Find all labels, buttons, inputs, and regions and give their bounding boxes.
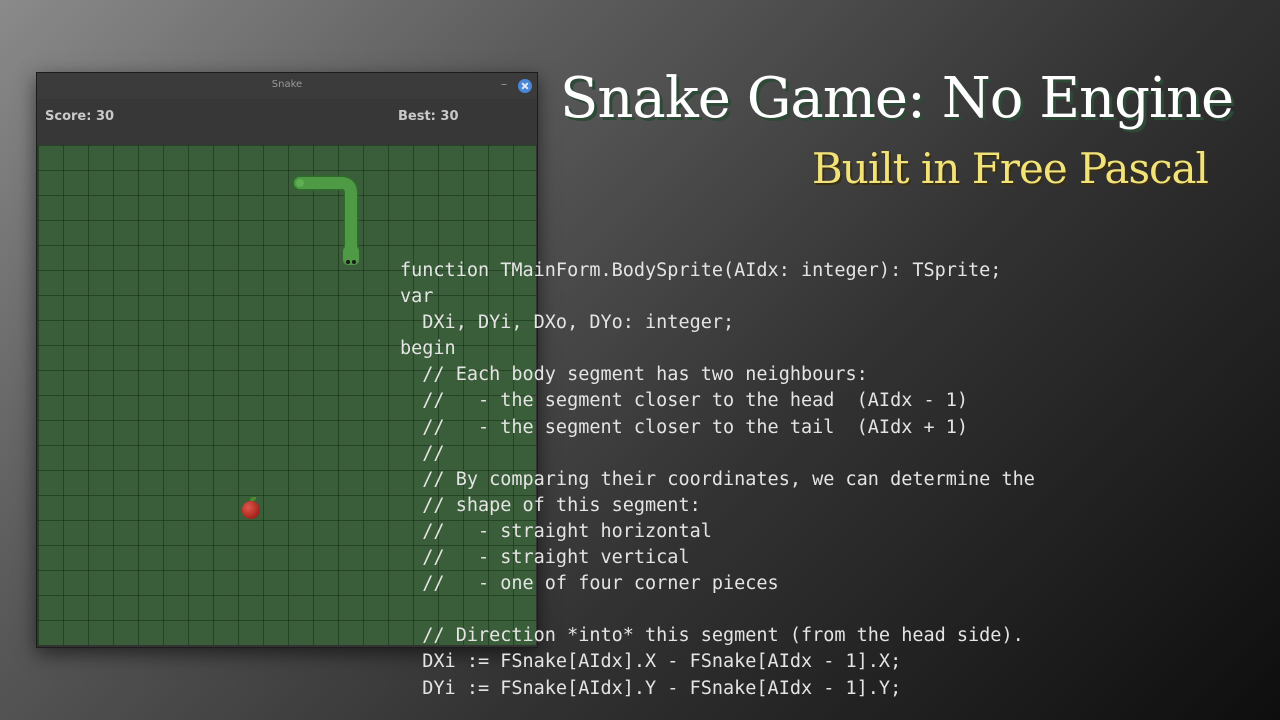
code-line: // - the segment closer to the tail (AId… <box>400 416 969 438</box>
code-line: begin <box>400 338 456 360</box>
snake-tail <box>296 179 304 187</box>
snake-body <box>292 175 359 261</box>
score-label: Score: 30 <box>45 109 115 124</box>
code-line: DYi := FSnake[AIdx].Y - FSnake[AIdx - 1]… <box>400 677 902 699</box>
code-line: // - the segment closer to the head (AId… <box>400 390 969 412</box>
snake-eye-left <box>346 260 350 264</box>
minimize-button[interactable]: – <box>497 77 511 93</box>
code-line: function TMainForm.BodySprite(AIdx: inte… <box>400 260 1002 281</box>
best-score-label: Best: 30 <box>398 109 459 124</box>
code-line: // - straight vertical <box>400 547 690 569</box>
snake-eye-right <box>352 260 356 264</box>
code-line: // shape of this segment: <box>400 494 701 516</box>
page-title: Snake Game: No Engine <box>560 66 1234 131</box>
code-line: // - straight horizontal <box>400 520 712 542</box>
page-subtitle: Built in Free Pascal <box>811 144 1209 193</box>
snake-head <box>343 246 359 265</box>
window-title: Snake <box>271 79 303 90</box>
code-line: DXi, DYi, DXo, DYo: integer; <box>400 312 735 334</box>
close-icon[interactable] <box>518 79 532 93</box>
code-line: // - one of four corner pieces <box>400 573 779 595</box>
code-listing: function TMainForm.BodySprite(AIdx: inte… <box>400 258 1035 702</box>
code-line: DXi := FSnake[AIdx].X - FSnake[AIdx - 1]… <box>400 651 902 673</box>
window-titlebar[interactable]: Snake – <box>37 73 537 99</box>
score-bar: Score: 30 Best: 30 <box>37 99 537 145</box>
snake-body-fill <box>294 177 357 259</box>
code-line: // By comparing their coordinates, we ca… <box>400 468 1035 490</box>
code-line: // Each body segment has two neighbours: <box>400 364 868 386</box>
code-line: // Direction *into* this segment (from t… <box>400 625 1024 647</box>
apple-food <box>242 497 260 519</box>
code-line: // <box>400 442 445 464</box>
code-line: var <box>400 286 434 308</box>
